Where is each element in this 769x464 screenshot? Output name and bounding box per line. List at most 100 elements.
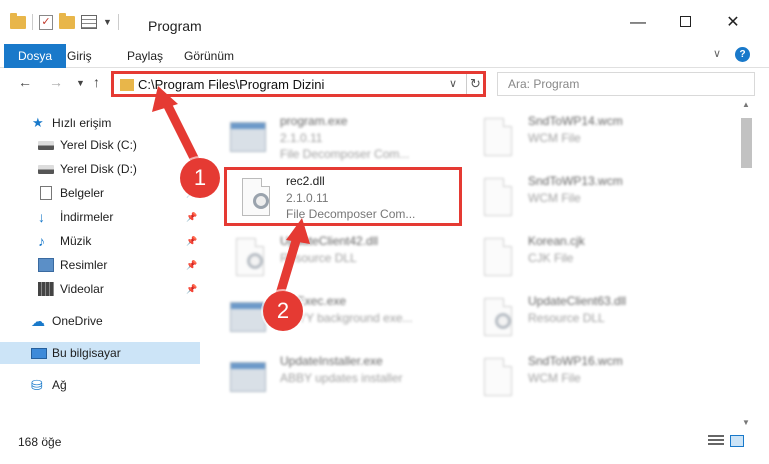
new-folder-icon[interactable] (59, 12, 75, 29)
large-icons-view-icon[interactable] (730, 435, 744, 447)
address-bar[interactable]: C:\Program Files\Program Dizini ∨ ↻ (111, 71, 486, 97)
sidebar-item-this-pc[interactable]: Bu bilgisayar (0, 342, 200, 364)
separator (32, 14, 33, 30)
sidebar-item-onedrive[interactable]: ☁ OneDrive (0, 310, 200, 332)
document-icon (478, 176, 512, 218)
sidebar-item-music[interactable]: ♪ Müzik 📌 (0, 230, 200, 252)
sidebar-item-disk-d[interactable]: Yerel Disk (D:) (0, 158, 200, 180)
customize-toolbar-icon[interactable] (81, 15, 97, 29)
help-icon[interactable]: ? (735, 47, 750, 62)
dll-icon (230, 236, 264, 278)
file-item[interactable]: ...eExec.exe ...BYY background exe... (220, 290, 460, 346)
sidebar-item-quick-access[interactable]: ★ Hızlı erişim (0, 112, 200, 134)
chevron-down-icon[interactable]: ∨ (449, 77, 457, 90)
star-icon: ★ (32, 115, 44, 130)
file-name: SndToWP14.wcm (528, 114, 623, 128)
file-item[interactable]: Korean.cjk CJK File (468, 230, 708, 286)
expand-ribbon-icon[interactable]: ∨ (713, 47, 721, 60)
close-button[interactable]: ✕ (710, 8, 756, 38)
file-type: WCM File (528, 371, 581, 385)
file-item[interactable]: SndToWP14.wcm WCM File (468, 110, 708, 166)
sidebar-item-label: Resimler (60, 258, 108, 272)
file-type: CJK File (528, 251, 574, 265)
maximize-button[interactable] (662, 8, 708, 38)
ribbon-tabs: Dosya Giriş Paylaş Görünüm (0, 44, 769, 68)
sidebar-item-label: İndirmeler (60, 210, 114, 224)
scroll-up-icon[interactable]: ▲ (742, 100, 750, 109)
sidebar-item-pictures[interactable]: Resimler 📌 (0, 254, 200, 276)
pin-icon[interactable]: 📌 (186, 284, 197, 295)
recent-locations-button[interactable]: ▼ (76, 78, 85, 88)
forward-button[interactable]: → (49, 74, 63, 90)
sidebar-item-label: OneDrive (52, 314, 103, 328)
window-title: Program (148, 18, 202, 34)
file-item[interactable]: SndToWP13.wcm WCM File (468, 170, 708, 226)
sidebar-item-disk-c[interactable]: Yerel Disk (C:) (0, 134, 200, 156)
details-view-icon[interactable] (708, 435, 724, 447)
file-item[interactable]: SndToWP16.wcm WCM File (468, 350, 708, 406)
file-item[interactable]: UpdateInstaller.exe ABBY updates install… (220, 350, 460, 406)
tab-giris[interactable]: Giriş (53, 44, 106, 68)
refresh-button[interactable]: ↻ (466, 74, 484, 94)
dll-icon (478, 296, 512, 338)
file-version: 2.1.0.11 (280, 131, 323, 145)
disk-icon (38, 164, 54, 174)
vertical-scrollbar[interactable]: ▲ ▼ (738, 100, 755, 430)
quick-access-toolbar: ✓ ▼ (10, 12, 119, 30)
search-box[interactable] (497, 72, 755, 96)
scroll-down-icon[interactable]: ▼ (742, 418, 750, 427)
title-bar: ✓ ▼ Program — ✕ (0, 0, 769, 44)
videos-icon (38, 282, 54, 296)
file-name: UpdateClient42.dll (280, 234, 379, 248)
tab-paylas[interactable]: Paylaş (113, 44, 177, 68)
minimize-button[interactable]: — (615, 8, 661, 38)
file-type: Resource DLL (280, 251, 357, 265)
sidebar-item-label: Ağ (52, 378, 67, 392)
sidebar-item-videos[interactable]: Videolar 📌 (0, 278, 200, 300)
separator (117, 14, 119, 30)
sidebar-item-documents[interactable]: Belgeler 📌 (0, 182, 200, 204)
file-item[interactable]: program.exe 2.1.0.11 File Decomposer Com… (220, 110, 460, 166)
sidebar-item-label: Videolar (60, 282, 104, 296)
folder-icon (120, 79, 134, 91)
sidebar-item-label: Müzik (60, 234, 92, 248)
pin-icon[interactable]: 📌 (186, 212, 197, 223)
disk-icon (38, 140, 54, 150)
chevron-down-icon[interactable]: ▼ (103, 17, 112, 27)
pin-icon[interactable]: 📌 (186, 236, 197, 247)
tab-gorunum[interactable]: Görünüm (170, 44, 248, 68)
file-type: WCM File (528, 131, 581, 145)
file-description: ABBY updates installer (280, 371, 403, 385)
sidebar-item-label: Hızlı erişim (52, 116, 112, 130)
search-input[interactable] (498, 73, 754, 95)
exe-icon (230, 116, 266, 158)
music-icon: ♪ (38, 233, 45, 249)
file-name: SndToWP13.wcm (528, 174, 623, 188)
folder-icon[interactable] (10, 12, 26, 29)
back-button[interactable]: ← (18, 74, 32, 90)
file-item[interactable]: UpdateClient63.dll Resource DLL (468, 290, 708, 346)
file-name: UpdateClient63.dll (528, 294, 627, 308)
step-2-badge: 2 (263, 291, 303, 331)
file-name: UpdateInstaller.exe (280, 354, 383, 368)
properties-check-icon[interactable]: ✓ (39, 14, 53, 30)
sidebar-item-network[interactable]: ⛁ Ağ (0, 374, 200, 396)
address-path[interactable]: C:\Program Files\Program Dizini (138, 77, 324, 92)
up-button[interactable]: ↑ (93, 74, 100, 90)
sidebar-item-label: Belgeler (60, 186, 105, 200)
file-item[interactable]: UpdateClient42.dll Resource DLL (220, 230, 460, 286)
computer-icon (31, 347, 47, 359)
pin-icon[interactable]: 📌 (186, 260, 197, 271)
navigation-pane: ★ Hızlı erişim Yerel Disk (C:) Yerel Dis… (0, 108, 200, 428)
file-name: Korean.cjk (528, 234, 585, 248)
file-description: File Decomposer Com... (280, 147, 410, 161)
step-1-badge: 1 (180, 158, 220, 198)
scroll-thumb[interactable] (741, 118, 752, 168)
file-type: Resource DLL (528, 311, 605, 325)
status-bar: 168 öğe (0, 430, 769, 464)
document-icon (478, 236, 512, 278)
file-list: program.exe 2.1.0.11 File Decomposer Com… (210, 100, 738, 430)
sidebar-item-downloads[interactable]: ↓ İndirmeler 📌 (0, 206, 200, 228)
documents-icon (40, 186, 52, 200)
network-icon: ⛁ (31, 377, 43, 393)
